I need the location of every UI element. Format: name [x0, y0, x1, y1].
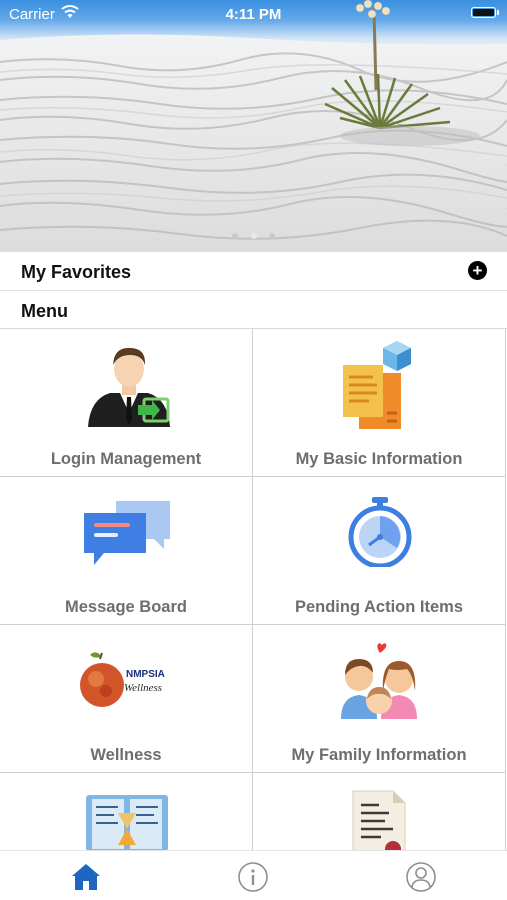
menu-item-wellness[interactable]: NMPSIA Wellness Wellness	[0, 625, 253, 773]
chat-bubbles-icon	[84, 501, 170, 565]
documents-icon	[343, 341, 411, 429]
nmpsia-wellness-logo: NMPSIA Wellness	[80, 652, 165, 707]
menu-item-label: My Basic Information	[295, 450, 463, 468]
page-dot[interactable]	[268, 233, 275, 239]
certificate-document-icon	[352, 790, 406, 850]
menu-label: Menu	[21, 301, 68, 321]
logo-line2: Wellness	[124, 682, 162, 694]
hourglass-book-icon	[86, 795, 168, 850]
menu-item-label: My Family Information	[291, 746, 467, 764]
menu-item-label: Wellness	[90, 746, 162, 764]
menu-grid: Login Management My Basic Information Me…	[0, 329, 507, 850]
favorites-label: My Favorites	[21, 262, 132, 282]
plus-circle-icon[interactable]: +	[468, 261, 487, 280]
battery-tip	[497, 10, 499, 15]
favorites-row[interactable]: My Favorites	[0, 252, 507, 291]
family-icon	[341, 643, 417, 719]
user-icon[interactable]	[405, 861, 437, 893]
battery-icon	[471, 7, 496, 18]
page-dot[interactable]	[250, 233, 257, 239]
page-indicator[interactable]	[0, 226, 507, 244]
status-bar: Carrier 4:11 PM	[0, 0, 507, 28]
menu-item-my-basic-information[interactable]: My Basic Information	[253, 329, 506, 477]
menu-item-pending-action-items[interactable]: Pending Action Items	[253, 477, 506, 625]
tab-bar	[0, 850, 507, 900]
white-sands-photo	[0, 0, 507, 252]
menu-item-my-family-information[interactable]: My Family Information	[253, 625, 506, 773]
menu-item-label: Login Management	[50, 450, 202, 468]
page-dot[interactable]	[232, 233, 239, 239]
logo-line1: NMPSIA	[126, 669, 165, 680]
menu-item-label: Message Board	[65, 598, 187, 616]
info-icon[interactable]	[237, 861, 269, 893]
menu-header: Menu	[0, 291, 507, 329]
home-icon[interactable]	[70, 861, 102, 893]
menu-item-8[interactable]	[253, 773, 506, 850]
menu-item-7[interactable]	[0, 773, 253, 850]
menu-item-login-management[interactable]: Login Management	[0, 329, 253, 477]
menu-item-message-board[interactable]: Message Board	[0, 477, 253, 625]
menu-item-label: Pending Action Items	[294, 598, 464, 616]
banner-image: Carrier 4:11 PM	[0, 0, 507, 252]
clock: 4:11 PM	[225, 6, 282, 23]
stopwatch-icon	[348, 497, 412, 567]
user-login-icon	[88, 347, 170, 427]
